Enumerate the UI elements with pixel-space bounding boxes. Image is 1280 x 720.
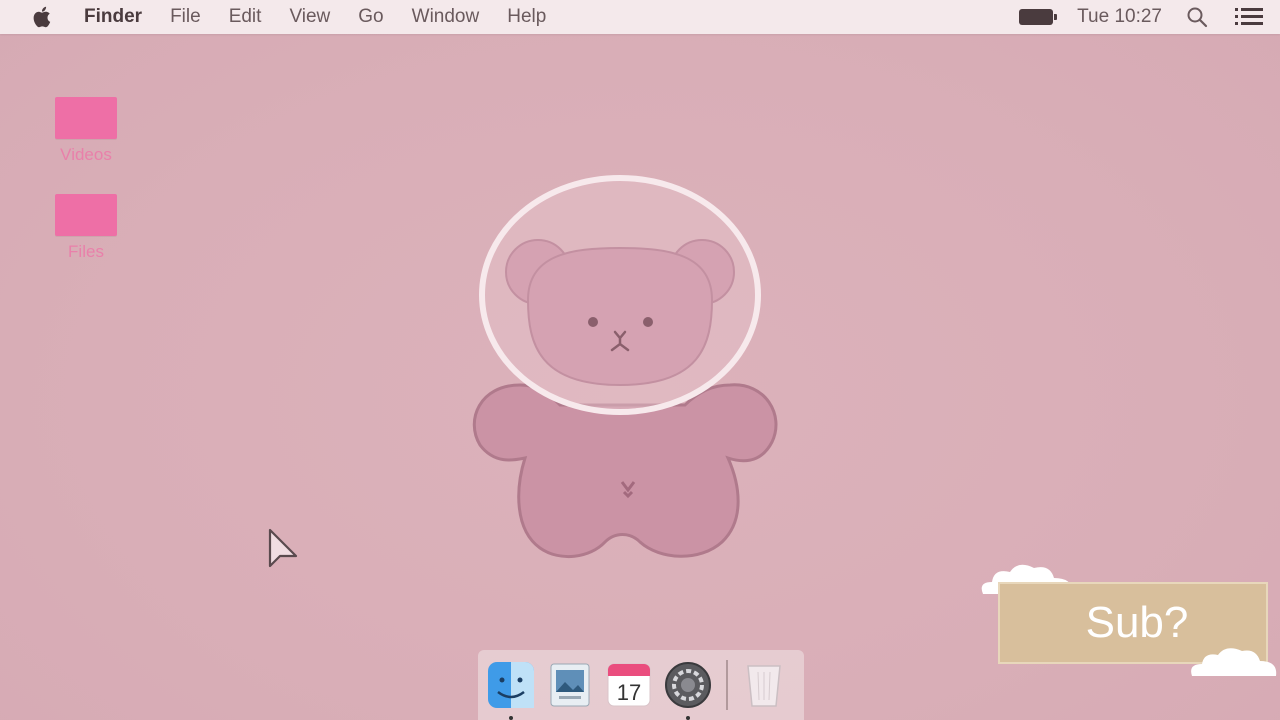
folder-icon [55,194,117,236]
mouse-cursor-icon [266,526,302,577]
folder-icon [55,97,117,139]
status-area: Tue 10:27 [1019,0,1280,34]
desktop-folder-videos[interactable]: Videos [41,97,131,165]
running-indicator [509,716,513,720]
apple-icon[interactable] [32,5,54,29]
system-preferences-icon[interactable] [663,660,713,720]
dock-separator [726,660,728,710]
spotlight-search-icon[interactable] [1186,6,1208,28]
battery-icon[interactable] [1019,9,1058,25]
desktop-folder-files[interactable]: Files [41,194,131,262]
finder-icon[interactable] [486,660,536,720]
menu-view[interactable]: View [289,6,330,28]
calendar-day: 17 [617,680,641,705]
dock: 17 [478,650,804,720]
running-indicator [686,716,690,720]
preview-icon[interactable] [545,660,595,710]
menu-bar: Finder File Edit View Go Window Help Tue… [0,0,1280,34]
menu-file[interactable]: File [170,6,201,28]
menu-window[interactable]: Window [412,6,480,28]
bear-astronaut-illustration [460,170,790,575]
desktop-folder-label: Videos [60,145,112,164]
notification-center-icon[interactable] [1234,6,1264,28]
trash-icon[interactable] [742,660,786,710]
menu-help[interactable]: Help [507,6,546,28]
menu-app-name[interactable]: Finder [84,6,142,28]
menu-clock[interactable]: Tue 10:27 [1077,6,1162,28]
menu-edit[interactable]: Edit [229,6,262,28]
desktop-folder-label: Files [68,242,104,261]
menu-go[interactable]: Go [358,6,383,28]
cloud-decoration-icon [1188,642,1280,685]
calendar-icon[interactable]: 17 [604,660,654,710]
sticker-text: Sub? [1085,598,1189,647]
